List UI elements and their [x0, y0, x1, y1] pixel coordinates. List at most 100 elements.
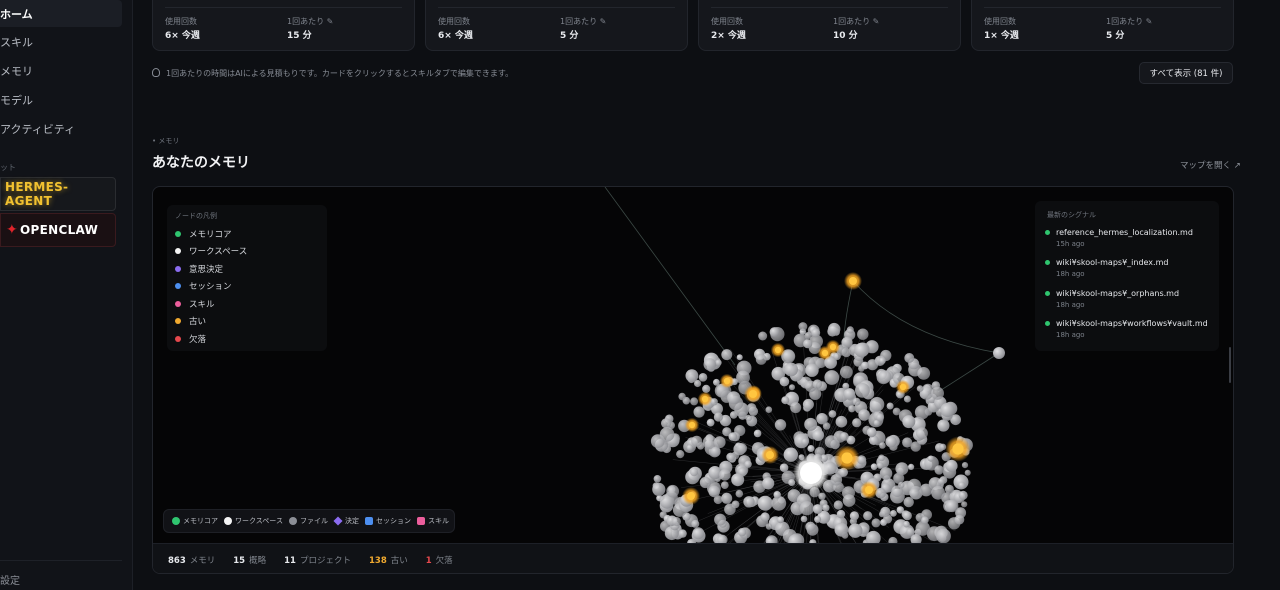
sidebar-item-models[interactable]: モデル [0, 86, 122, 113]
signal-time: 18h ago [1056, 331, 1085, 339]
hermes-agent-button[interactable]: HERMES-AGENT [0, 177, 116, 211]
graph-node [783, 447, 798, 462]
sidebar-item-memory[interactable]: メモリ [0, 57, 122, 84]
graph-node[interactable] [993, 347, 1005, 359]
usage-label: 使用回数 [438, 17, 470, 26]
graph-node [779, 376, 790, 387]
stale-node[interactable] [688, 421, 696, 429]
sidebar-item-home[interactable]: ホーム [0, 0, 122, 27]
graph-node [686, 444, 694, 451]
show-all-button[interactable]: すべて表示 (81 件) [1139, 62, 1233, 84]
signal-item[interactable]: wiki¥skool-maps¥_orphans.md 18h ago [1045, 289, 1179, 309]
usage-value: 6× 今週 [438, 31, 473, 41]
signal-name: wiki¥skool-maps¥workflows¥vault.md [1056, 319, 1208, 328]
node-legend: ノードの凡例 メモリコア ワークスペース 意思決定 セッション スキル 古い 欠… [167, 205, 327, 351]
graph-node [744, 460, 752, 468]
stale-node[interactable] [952, 443, 964, 455]
stale-node[interactable] [829, 343, 837, 351]
graph-node [898, 481, 905, 489]
legend-dot [175, 336, 181, 342]
type-shape-icon [364, 517, 373, 525]
type-filter-core[interactable]: メモリコア [172, 516, 218, 526]
graph-node [724, 503, 736, 516]
skill-stat-card[interactable]: 使用回数 1回あたり ✎ 1× 今週 5 分 [971, 0, 1234, 51]
type-filter-decision[interactable]: 決定 [333, 516, 359, 526]
graph-node [835, 415, 848, 428]
graph-node [940, 402, 955, 418]
graph-node [799, 501, 815, 516]
open-map-link[interactable]: マップを開く ↗ [1180, 159, 1241, 171]
graph-node [828, 410, 837, 418]
graph-node [814, 515, 822, 523]
graph-node [903, 496, 914, 508]
stale-node[interactable] [766, 451, 774, 459]
graph-node [916, 385, 924, 392]
signal-name: reference_hermes_localization.md [1056, 228, 1193, 237]
graph-node [834, 522, 849, 537]
skill-stat-card[interactable]: 使用回数 1回あたり ✎ 6× 今週 5 分 [425, 0, 688, 51]
graph-node [714, 513, 727, 526]
graph-node [737, 528, 747, 537]
graph-node [954, 514, 965, 525]
usage-label: 使用回数 [165, 17, 197, 26]
signal-time: 18h ago [1056, 270, 1085, 278]
type-filter-file[interactable]: ファイル [288, 516, 328, 526]
graph-node [653, 475, 662, 483]
graph-node [781, 396, 790, 405]
skill-stat-card[interactable]: 使用回数 1回あたり ✎ 2× 今週 10 分 [698, 0, 961, 51]
graph-node [939, 443, 947, 451]
graph-node [937, 419, 950, 432]
graph-node [708, 466, 722, 480]
graph-node [800, 515, 808, 523]
stale-node[interactable] [687, 492, 695, 500]
type-filter-session[interactable]: セッション [364, 516, 411, 526]
signal-item[interactable]: wiki¥skool-maps¥workflows¥vault.md 18h a… [1045, 319, 1208, 339]
graph-node [721, 349, 733, 361]
per-use-label: 1回あたり ✎ [560, 17, 607, 26]
graph-node [736, 443, 748, 454]
graph-node [690, 397, 699, 406]
section-tag: • メモリ [152, 137, 180, 145]
graph-node [931, 485, 945, 500]
stale-node[interactable] [899, 383, 907, 391]
graph-node [903, 520, 910, 528]
openclaw-button[interactable]: ✦ OPENCLAW [0, 213, 116, 247]
graph-node [804, 417, 818, 431]
stale-node[interactable] [774, 346, 782, 354]
stale-node[interactable] [749, 390, 757, 398]
legend-dot [175, 283, 181, 289]
stale-node[interactable] [841, 452, 853, 464]
stale-node[interactable] [701, 395, 709, 403]
graph-node [840, 365, 853, 379]
memory-graph-panel[interactable]: ノードの凡例 メモリコア ワークスペース 意思決定 セッション スキル 古い 欠… [152, 186, 1234, 574]
sidebar-item-activity[interactable]: アクティビティ [0, 115, 122, 142]
skill-stat-card[interactable]: 使用回数 1回あたり ✎ 6× 今週 15 分 [152, 0, 415, 51]
signals-scrollbar[interactable] [1229, 347, 1231, 383]
legend-item: 古い [175, 315, 206, 327]
graph-node [769, 327, 780, 337]
graph-node [895, 462, 909, 476]
graph-node [699, 476, 712, 489]
legend-dot [175, 231, 181, 237]
settings-link[interactable]: 設定 [0, 572, 20, 587]
graph-node [830, 474, 843, 486]
signal-item[interactable]: reference_hermes_localization.md 15h ago [1045, 228, 1193, 248]
graph-node [728, 432, 738, 441]
workspace-core-node[interactable] [800, 462, 822, 484]
claw-icon: ✦ [6, 222, 19, 238]
stat-stale: 138 古い [368, 555, 408, 566]
graph-node [858, 409, 870, 421]
sidebar-item-skills[interactable]: スキル [0, 28, 122, 55]
usage-value: 1× 今週 [984, 31, 1019, 41]
stale-node[interactable] [723, 377, 731, 385]
graph-node [870, 463, 878, 471]
stale-node[interactable] [849, 277, 857, 285]
graph-node [812, 429, 824, 441]
per-use-label: 1回あたり ✎ [833, 17, 880, 26]
type-filter-workspace[interactable]: ワークスペース [224, 516, 283, 526]
signal-item[interactable]: wiki¥skool-maps¥_index.md 18h ago [1045, 258, 1168, 278]
type-filter-skill[interactable]: スキル [416, 516, 449, 526]
stale-node[interactable] [865, 486, 873, 494]
graph-node [915, 521, 931, 536]
signal-name: wiki¥skool-maps¥_orphans.md [1056, 289, 1180, 298]
